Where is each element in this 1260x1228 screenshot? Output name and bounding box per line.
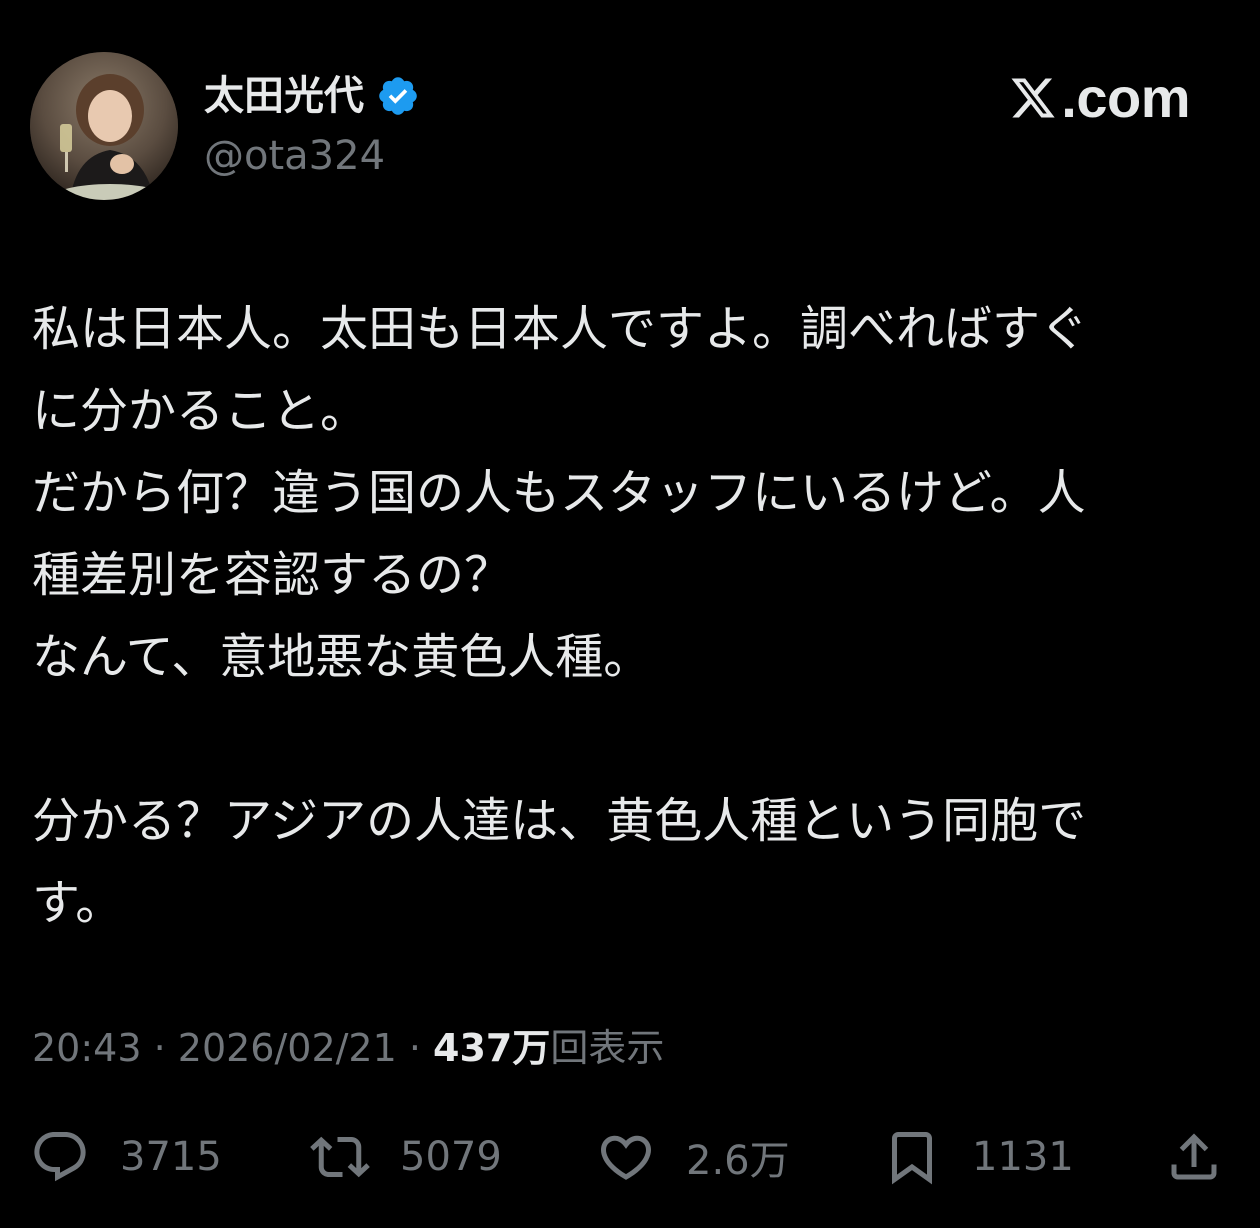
avatar-photo — [30, 52, 178, 200]
like-button[interactable]: 2.6万 — [596, 1122, 790, 1192]
repost-icon — [310, 1136, 370, 1178]
reply-icon — [34, 1132, 86, 1182]
tweet-time[interactable]: 20:43 — [32, 1026, 142, 1070]
views-count: 437万 — [433, 1026, 551, 1070]
reply-count: 3715 — [120, 1134, 222, 1180]
bookmark-icon — [892, 1132, 932, 1185]
user-handle[interactable]: @ota324 — [204, 132, 385, 180]
meta-separator: · — [141, 1026, 178, 1070]
action-bar: 3715 5079 2.6万 1131 — [30, 1122, 1230, 1192]
share-icon — [1171, 1133, 1217, 1180]
x-logo-icon — [1011, 78, 1055, 118]
tweet-meta: 20:43 · 2026/02/21 · 437万回表示 — [32, 1022, 664, 1074]
like-count: 2.6万 — [686, 1138, 790, 1184]
display-name[interactable]: 太田光代 — [204, 76, 364, 116]
tweet-text: 私は日本人。太田も日本人ですよ。調べればすぐ に分かること。 だから何？違う国の… — [32, 288, 1222, 944]
display-name-row[interactable]: 太田光代 — [204, 66, 420, 126]
repost-button[interactable]: 5079 — [310, 1122, 502, 1192]
views-label: 回表示 — [550, 1026, 665, 1070]
heart-icon — [600, 1135, 652, 1180]
bookmark-button[interactable]: 1131 — [882, 1122, 1074, 1192]
brand-logo: .com — [1009, 64, 1190, 131]
avatar[interactable] — [30, 52, 178, 200]
share-button[interactable] — [1164, 1122, 1224, 1192]
tweet-paragraph-2: 分かる？アジアの人達は、黄色人種という同胞で す。 — [32, 793, 1087, 931]
bookmark-count: 1131 — [972, 1134, 1074, 1180]
repost-count: 5079 — [400, 1134, 502, 1180]
meta-separator: · — [396, 1026, 434, 1070]
brand-suffix: .com — [1061, 66, 1190, 129]
reply-button[interactable]: 3715 — [30, 1122, 222, 1192]
verified-badge-icon — [379, 77, 417, 115]
tweet-paragraph-1: 私は日本人。太田も日本人ですよ。調べればすぐ に分かること。 だから何？違う国の… — [32, 301, 1089, 685]
tweet-date[interactable]: 2026/02/21 — [178, 1026, 397, 1070]
